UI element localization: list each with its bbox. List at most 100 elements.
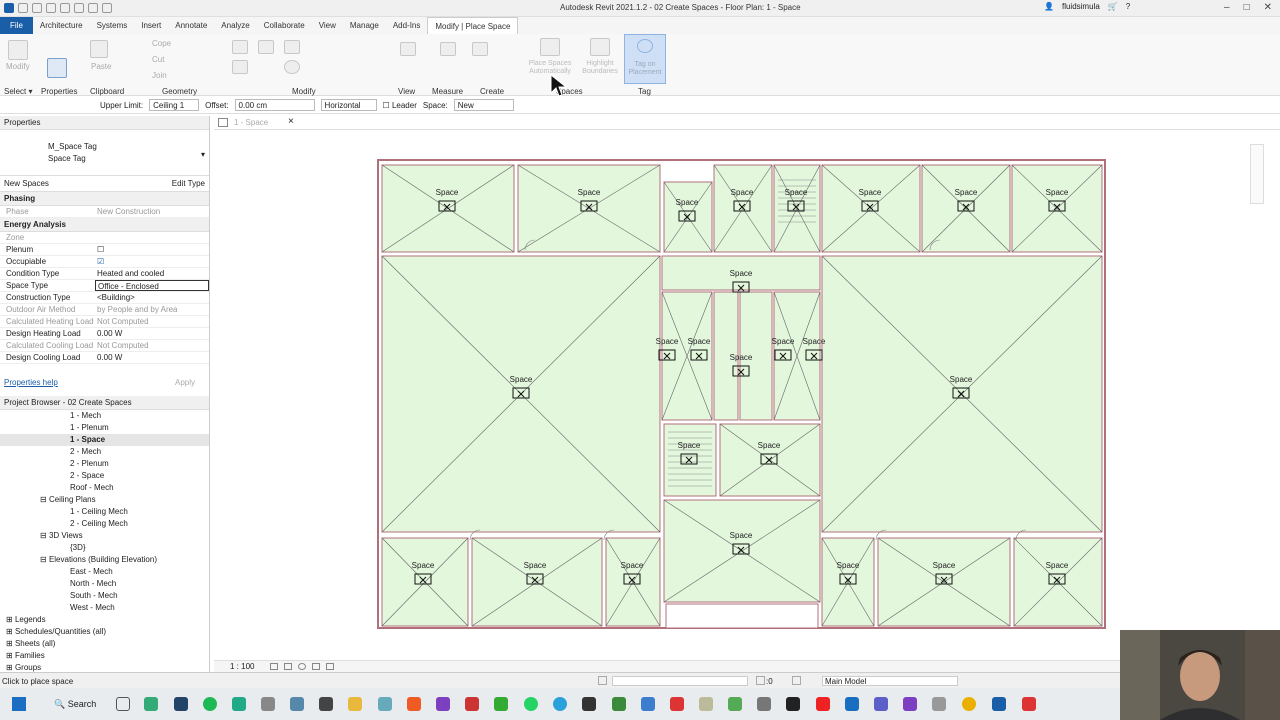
- tree-toggle-icon[interactable]: ⊞: [6, 615, 15, 624]
- paste-button[interactable]: Paste: [91, 62, 111, 71]
- orientation-select[interactable]: Horizontal: [320, 99, 377, 111]
- tree-toggle-icon[interactable]: ⊞: [6, 651, 15, 660]
- upper-limit-select[interactable]: Ceiling 1: [149, 99, 200, 111]
- outlook-icon[interactable]: [845, 697, 859, 711]
- browser-item[interactable]: 1 - Ceiling Mech: [0, 506, 209, 518]
- tree-toggle-icon[interactable]: ⊞: [6, 663, 15, 672]
- app-icon-1[interactable]: [144, 697, 158, 711]
- property-row[interactable]: Space Type Office - Enclosed: [0, 280, 209, 292]
- close-icon[interactable]: ✕: [1264, 2, 1272, 13]
- help-icon[interactable]: ?: [1126, 2, 1130, 11]
- tab-systems[interactable]: Systems: [90, 17, 135, 34]
- property-value[interactable]: New Construction: [95, 206, 209, 217]
- property-row[interactable]: Design Cooling Load 0.00 W: [0, 352, 209, 364]
- model-selector[interactable]: Main Model: [822, 676, 958, 686]
- measure-icon[interactable]: [88, 3, 98, 13]
- app-icon-9[interactable]: [465, 697, 479, 711]
- browser-item[interactable]: 1 - Space: [0, 434, 209, 446]
- browser-item[interactable]: ⊟ 3D Views: [0, 530, 209, 542]
- property-value[interactable]: [95, 232, 209, 243]
- tab-modify-place-space[interactable]: Modify | Place Space: [427, 16, 519, 35]
- app-icon-14[interactable]: [699, 697, 713, 711]
- mirror-icon[interactable]: [284, 40, 300, 54]
- task-view-icon[interactable]: [116, 697, 130, 711]
- property-value[interactable]: 0.00 W: [95, 328, 209, 339]
- property-group-header[interactable]: Phasing: [0, 192, 209, 206]
- property-value[interactable]: Not Computed: [95, 316, 209, 327]
- browser-item[interactable]: ⊞ Schedules/Quantities (all): [0, 626, 209, 638]
- property-value[interactable]: <Building>: [95, 292, 209, 303]
- user-area[interactable]: 👤 fluidsimula 🛒 ?: [1044, 2, 1130, 11]
- cut-button[interactable]: Cut: [152, 55, 164, 64]
- tree-toggle-icon[interactable]: ⊟: [40, 531, 49, 540]
- apply-button[interactable]: Apply: [175, 378, 205, 387]
- user-icon[interactable]: 👤: [1044, 2, 1054, 11]
- tab-manage[interactable]: Manage: [343, 17, 386, 34]
- browser-item[interactable]: North - Mech: [0, 578, 209, 590]
- app-icon-6[interactable]: [319, 697, 333, 711]
- close-view-icon[interactable]: ×: [288, 116, 294, 127]
- property-row[interactable]: Design Heating Load 0.00 W: [0, 328, 209, 340]
- tab-analyze[interactable]: Analyze: [214, 17, 256, 34]
- app-icon-20[interactable]: [1022, 697, 1036, 711]
- app-icon-13[interactable]: [641, 697, 655, 711]
- crop-icon[interactable]: [326, 663, 334, 670]
- spotify-icon[interactable]: [203, 697, 217, 711]
- text-icon[interactable]: [102, 3, 112, 13]
- tree-toggle-icon[interactable]: ⊞: [6, 639, 15, 648]
- property-row[interactable]: Outdoor Air Method by People and by Area: [0, 304, 209, 316]
- tab-view[interactable]: View: [312, 17, 343, 34]
- app-icon-18[interactable]: [874, 697, 888, 711]
- floor-plan[interactable]: Space Space Space Space Space Space Space Space…: [214, 130, 1280, 660]
- navigation-bar[interactable]: [1250, 144, 1264, 204]
- properties-help-link[interactable]: Properties help: [4, 378, 58, 387]
- instance-filter[interactable]: New Spaces: [4, 179, 49, 188]
- browser-item[interactable]: ⊞ Families: [0, 650, 209, 662]
- property-row[interactable]: Calculated Cooling Load Not Computed: [0, 340, 209, 352]
- browser-item[interactable]: Roof - Mech: [0, 482, 209, 494]
- save-icon[interactable]: [32, 3, 42, 13]
- property-checkbox[interactable]: ☑: [95, 256, 209, 267]
- property-value[interactable]: Not Computed: [95, 340, 209, 351]
- browser-item[interactable]: South - Mech: [0, 590, 209, 602]
- edit-type-button[interactable]: Edit Type: [172, 179, 205, 188]
- app-icon-16[interactable]: [757, 697, 771, 711]
- revit-logo-icon[interactable]: [4, 3, 14, 13]
- app-icon-8[interactable]: [436, 697, 450, 711]
- properties-icon[interactable]: [47, 58, 67, 78]
- highlight-boundaries-button[interactable]: Highlight Boundaries: [578, 60, 622, 76]
- browser-item[interactable]: 1 - Plenum: [0, 422, 209, 434]
- app-icon-10[interactable]: [494, 697, 508, 711]
- app-icon-2[interactable]: [174, 697, 188, 711]
- browser-item[interactable]: 1 - Mech: [0, 410, 209, 422]
- scale-label[interactable]: 1 : 100: [230, 662, 254, 671]
- filter-icon[interactable]: [756, 676, 765, 685]
- window-controls[interactable]: – □ ✕: [1224, 2, 1272, 13]
- property-row[interactable]: Phase New Construction: [0, 206, 209, 218]
- property-value[interactable]: Heated and cooled: [95, 268, 209, 279]
- onenote-icon[interactable]: [903, 697, 917, 711]
- offset-input[interactable]: 0.00 cm: [234, 99, 315, 111]
- property-value[interactable]: by People and by Area: [95, 304, 209, 315]
- tab-architecture[interactable]: Architecture: [33, 17, 90, 34]
- leader-checkbox[interactable]: ☐ Leader: [383, 101, 417, 110]
- place-spaces-icon[interactable]: [540, 38, 560, 56]
- windows-start-icon[interactable]: [12, 697, 26, 711]
- design-options-icon[interactable]: [792, 676, 801, 685]
- align-icon[interactable]: [232, 40, 248, 54]
- cart-icon[interactable]: 🛒: [1108, 2, 1118, 11]
- shadows-icon[interactable]: [312, 663, 320, 670]
- chrome-icon[interactable]: [962, 697, 976, 711]
- telegram-icon[interactable]: [553, 697, 567, 711]
- app-icon-12[interactable]: [612, 697, 626, 711]
- property-group-header[interactable]: Energy Analysis: [0, 218, 209, 232]
- join-button[interactable]: Join: [152, 71, 167, 80]
- browser-item[interactable]: 2 - Plenum: [0, 458, 209, 470]
- maximize-icon[interactable]: □: [1244, 2, 1250, 13]
- tab-collaborate[interactable]: Collaborate: [257, 17, 312, 34]
- property-value[interactable]: 0.00 W: [95, 352, 209, 363]
- space-select[interactable]: New: [453, 99, 514, 111]
- paste-icon[interactable]: [90, 40, 108, 58]
- browser-item[interactable]: 2 - Ceiling Mech: [0, 518, 209, 530]
- user-name[interactable]: fluidsimula: [1062, 2, 1100, 11]
